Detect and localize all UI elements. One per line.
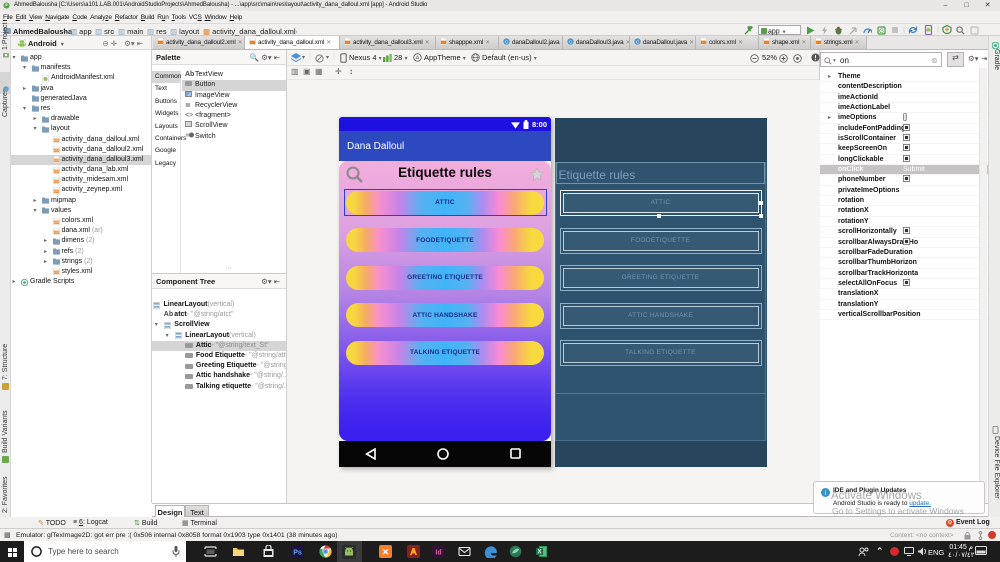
- svg-text:i: i: [825, 489, 827, 497]
- svg-text:X: X: [537, 550, 541, 556]
- svg-text:✕: ✕: [382, 547, 390, 557]
- svg-text:xml: xml: [54, 179, 59, 183]
- svg-text:Ps: Ps: [293, 550, 302, 557]
- svg-text:Id: Id: [435, 550, 441, 557]
- svg-text:xml: xml: [54, 190, 59, 194]
- svg-text:xml: xml: [54, 159, 59, 163]
- svg-text:xml: xml: [54, 271, 59, 275]
- svg-text:xml: xml: [54, 169, 59, 173]
- svg-text:xml: xml: [54, 149, 59, 153]
- svg-text:A: A: [416, 56, 420, 62]
- svg-text:xml: xml: [54, 139, 59, 143]
- svg-text:xml: xml: [54, 220, 59, 224]
- svg-text:xml: xml: [54, 230, 59, 234]
- svg-text:G: G: [879, 29, 884, 35]
